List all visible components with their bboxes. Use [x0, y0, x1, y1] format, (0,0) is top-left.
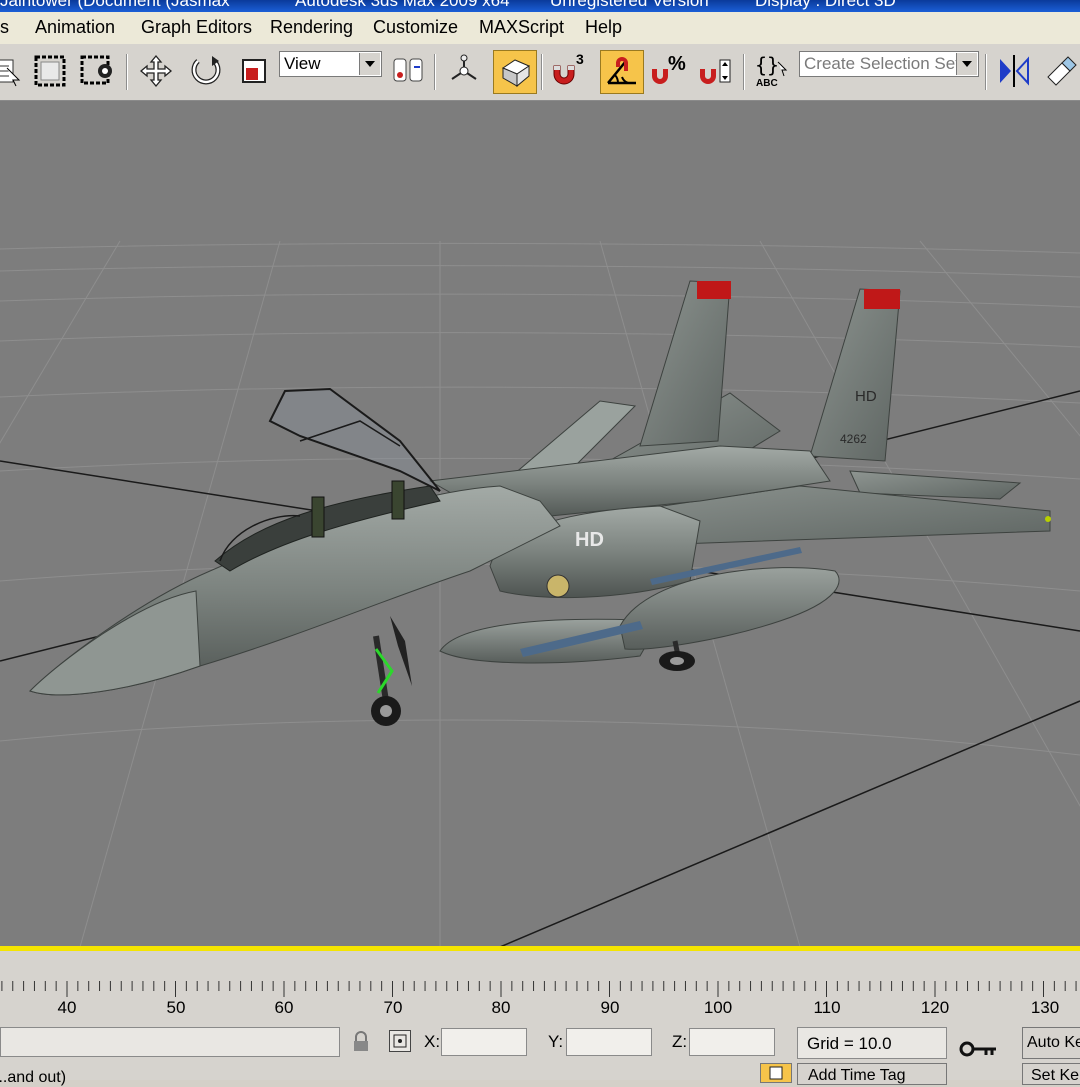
timeline-tick-label: 90 — [600, 998, 620, 1017]
pivot-icon[interactable] — [388, 50, 428, 92]
chevron-down-icon — [956, 53, 977, 75]
edit-named-selection-icon[interactable]: {} ABC — [752, 50, 792, 92]
toolbar-separator — [541, 54, 543, 90]
main-toolbar: View 3 % {} ABC Create Selection Set — [0, 44, 1080, 101]
percent-snap-icon[interactable]: % — [648, 50, 688, 92]
timeline-tick-label: 60 — [274, 998, 294, 1017]
status-bar: ...and out) X: Y: Z: Grid = 10.0 Auto Ke… — [0, 1023, 1080, 1086]
snap-3d-icon[interactable]: 3 — [550, 50, 590, 92]
menu-item-rendering[interactable]: Rendering — [270, 17, 353, 38]
title-fragment: Autodesk 3ds Max 2009 x64 — [295, 0, 510, 10]
window-crossing-icon[interactable] — [78, 50, 118, 92]
grid-spacing-display: Grid = 10.0 — [797, 1027, 947, 1059]
viewport-scene: HD 4262 HD — [0, 240, 1080, 947]
time-ruler[interactable]: 40 50 60 70 80 90 100 110 120 130 — [0, 951, 1080, 1023]
menu-item-modifiers[interactable]: rs — [0, 17, 9, 38]
grid-spacing-text: Grid = 10.0 — [807, 1034, 892, 1053]
chevron-down-icon — [359, 53, 380, 75]
timeline-tick-label: 80 — [491, 998, 511, 1017]
title-fragment: Jaintower (Document (Jasmax — [0, 0, 230, 10]
menu-item-animation[interactable]: Animation — [35, 17, 115, 38]
manipulate-icon[interactable] — [444, 50, 484, 92]
svg-text:%: % — [668, 53, 686, 75]
set-key-button[interactable]: Set Ke — [1022, 1063, 1080, 1085]
z-coordinate-label: Z: — [672, 1032, 688, 1051]
lock-icon[interactable] — [352, 1031, 370, 1058]
menu-bar: rs Animation Graph Editors Rendering Cus… — [0, 12, 1080, 44]
mirror-icon[interactable] — [994, 50, 1034, 92]
auto-key-button[interactable]: Auto Ke — [1022, 1027, 1080, 1059]
key-icon[interactable] — [958, 1039, 998, 1064]
scale-icon[interactable] — [234, 50, 274, 92]
nose-code-label: HD — [575, 529, 604, 551]
f15-aircraft-model: HD 4262 HD — [29, 280, 1051, 726]
toolbar-separator — [126, 54, 128, 90]
x-coordinate-field[interactable] — [441, 1028, 527, 1056]
spinner-snap-icon[interactable] — [696, 50, 736, 92]
svg-text:{}: {} — [755, 53, 779, 77]
auto-key-label: Auto Ke — [1027, 1034, 1080, 1051]
toolbar-separator — [743, 54, 745, 90]
timeline-tick-label: 40 — [57, 998, 77, 1017]
z-coordinate-field[interactable] — [689, 1028, 775, 1056]
rectangular-selection-icon[interactable] — [30, 50, 70, 92]
timeline-tick-label: 120 — [920, 998, 950, 1017]
snap-dimension-label: 3 — [576, 52, 584, 67]
reference-coordinate-dropdown[interactable]: View — [279, 51, 382, 77]
toolbar-separator — [434, 54, 436, 90]
named-selection-set-dropdown[interactable]: Create Selection Set — [799, 51, 979, 77]
toolbar-separator — [985, 54, 987, 90]
prompt-line-text: ...and out) — [0, 1069, 67, 1086]
menu-item-customize[interactable]: Customize — [373, 17, 458, 38]
menu-item-graph-editors[interactable]: Graph Editors — [141, 17, 252, 38]
absolute-transform-icon[interactable] — [389, 1030, 411, 1052]
perspective-viewport[interactable]: HD 4262 HD — [0, 101, 1080, 947]
title-bar: Jaintower (Document (Jasmax Autodesk 3ds… — [0, 0, 1080, 12]
select-by-name-icon[interactable] — [0, 50, 26, 92]
time-tag-icon[interactable] — [760, 1063, 792, 1083]
menu-item-maxscript[interactable]: MAXScript — [479, 17, 564, 38]
reference-coordinate-value: View — [284, 54, 321, 73]
timeline-tick-label: 100 — [703, 998, 733, 1017]
timeline-tick-label: 50 — [166, 998, 186, 1017]
tail-code-label: HD — [855, 388, 877, 405]
move-icon[interactable] — [136, 50, 176, 92]
keyboard-shortcut-icon[interactable] — [493, 50, 537, 94]
timeline-tick-label: 70 — [383, 998, 403, 1017]
y-coordinate-label: Y: — [548, 1032, 564, 1051]
timeline-tick-label: 110 — [813, 998, 841, 1017]
selection-set-placeholder: Create Selection Set — [804, 54, 960, 73]
title-fragment: Unregistered Version — [550, 0, 709, 10]
add-time-tag-button[interactable]: Add Time Tag — [797, 1063, 947, 1085]
svg-text:ABC: ABC — [756, 78, 778, 89]
tail-number-label: 4262 — [840, 432, 867, 446]
set-key-label: Set Ke — [1031, 1067, 1080, 1084]
title-fragment: Display : Direct 3D — [755, 0, 896, 10]
angle-snap-icon[interactable] — [600, 50, 644, 94]
y-coordinate-field[interactable] — [566, 1028, 652, 1056]
rotate-icon[interactable] — [186, 50, 226, 92]
timeline-tick-label: 130 — [1030, 998, 1060, 1017]
time-ruler-ticks — [1, 981, 1077, 997]
align-icon[interactable] — [1042, 50, 1080, 92]
x-coordinate-label: X: — [424, 1032, 441, 1051]
menu-item-help[interactable]: Help — [585, 17, 622, 38]
maxscript-listener-field[interactable] — [0, 1027, 340, 1057]
add-time-tag-label: Add Time Tag — [808, 1067, 906, 1084]
